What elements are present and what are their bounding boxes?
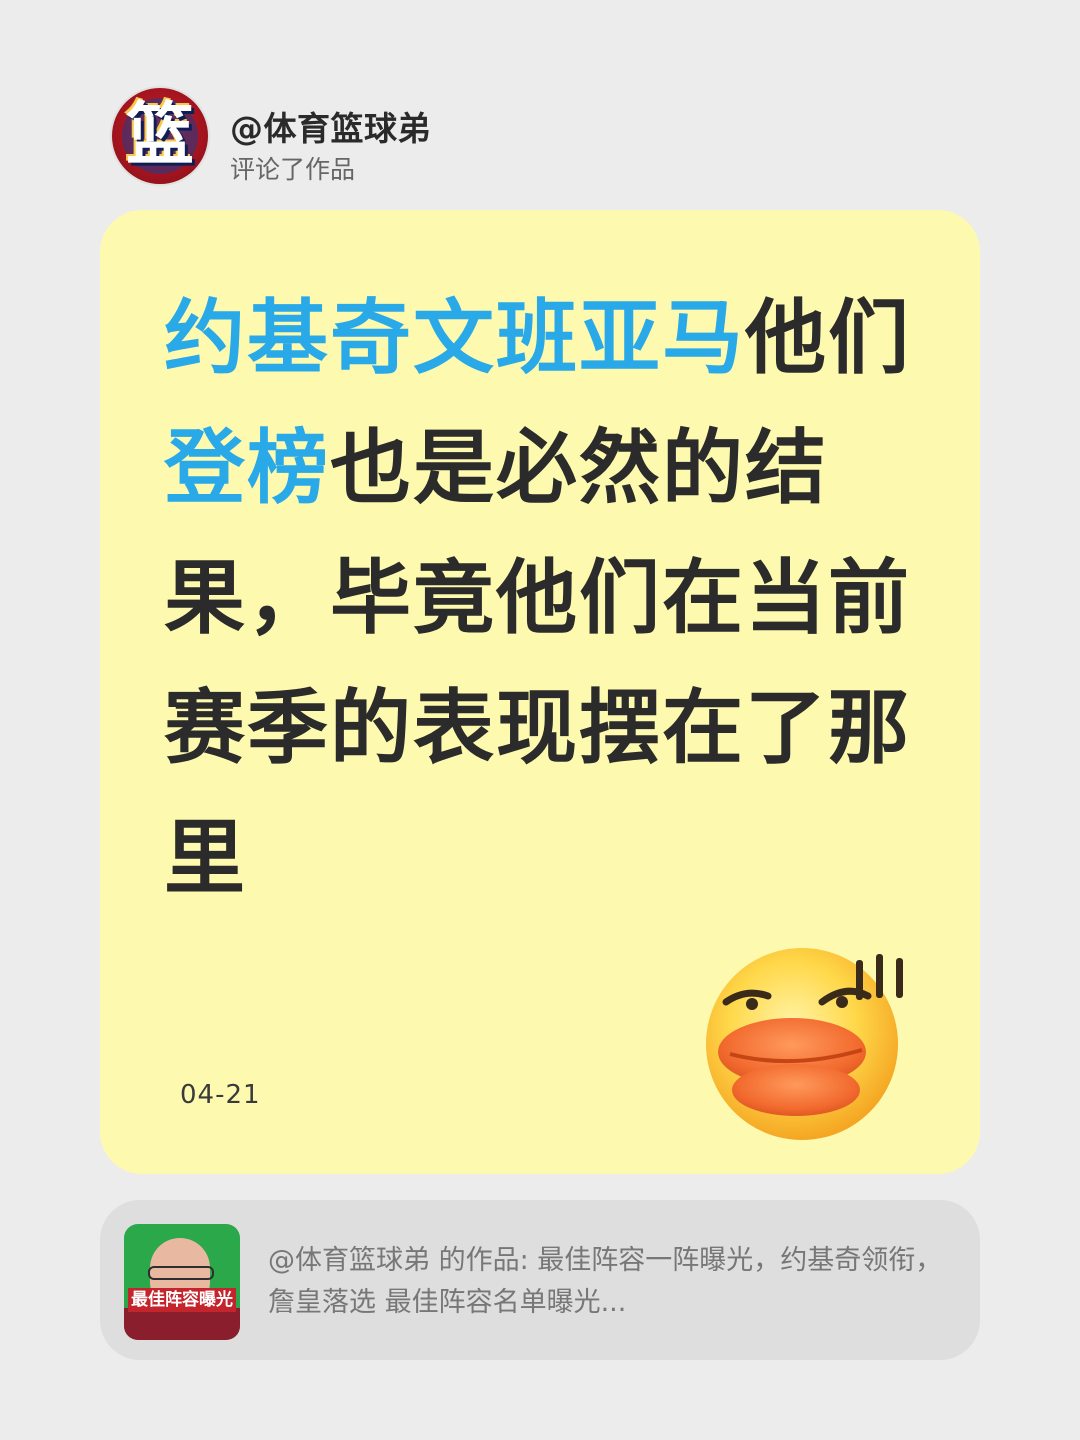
thumbnail-caption: 最佳阵容曝光	[128, 1288, 236, 1312]
comment-date: 04-21	[180, 1080, 261, 1110]
comment-highlight: 约基奇文班亚马	[164, 292, 746, 386]
comment-header: 篮 @体育篮球弟 评论了作品	[112, 88, 912, 188]
source-description[interactable]: @体育篮球弟 的作品: 最佳阵容一阵曝光，约基奇领衔，詹皇落选 最佳阵容名单曝光…	[268, 1240, 948, 1324]
comment-text: 约基奇文班亚马他们登榜也是必然的结果，毕竟他们在当前赛季的表现摆在了那里	[164, 274, 924, 924]
thumbnail-shirt	[124, 1308, 240, 1340]
source-work-card[interactable]: 最佳阵容曝光 @体育篮球弟 的作品: 最佳阵容一阵曝光，约基奇领衔，詹皇落选 最…	[100, 1200, 980, 1360]
lan-logo-icon: 篮	[125, 96, 194, 175]
action-text: 评论了作品	[230, 155, 356, 184]
duck-face-emoji-icon	[706, 948, 903, 1140]
comment-highlight: 登榜	[164, 422, 331, 516]
source-thumbnail[interactable]: 最佳阵容曝光	[124, 1224, 240, 1340]
username[interactable]: @体育篮球弟	[230, 102, 431, 150]
comment-segment: 他们	[745, 292, 912, 386]
comment-card: 约基奇文班亚马他们登榜也是必然的结果，毕竟他们在当前赛季的表现摆在了那里 04-…	[100, 210, 980, 1174]
thumbnail-glasses	[148, 1266, 214, 1280]
avatar[interactable]: 篮	[112, 88, 208, 184]
